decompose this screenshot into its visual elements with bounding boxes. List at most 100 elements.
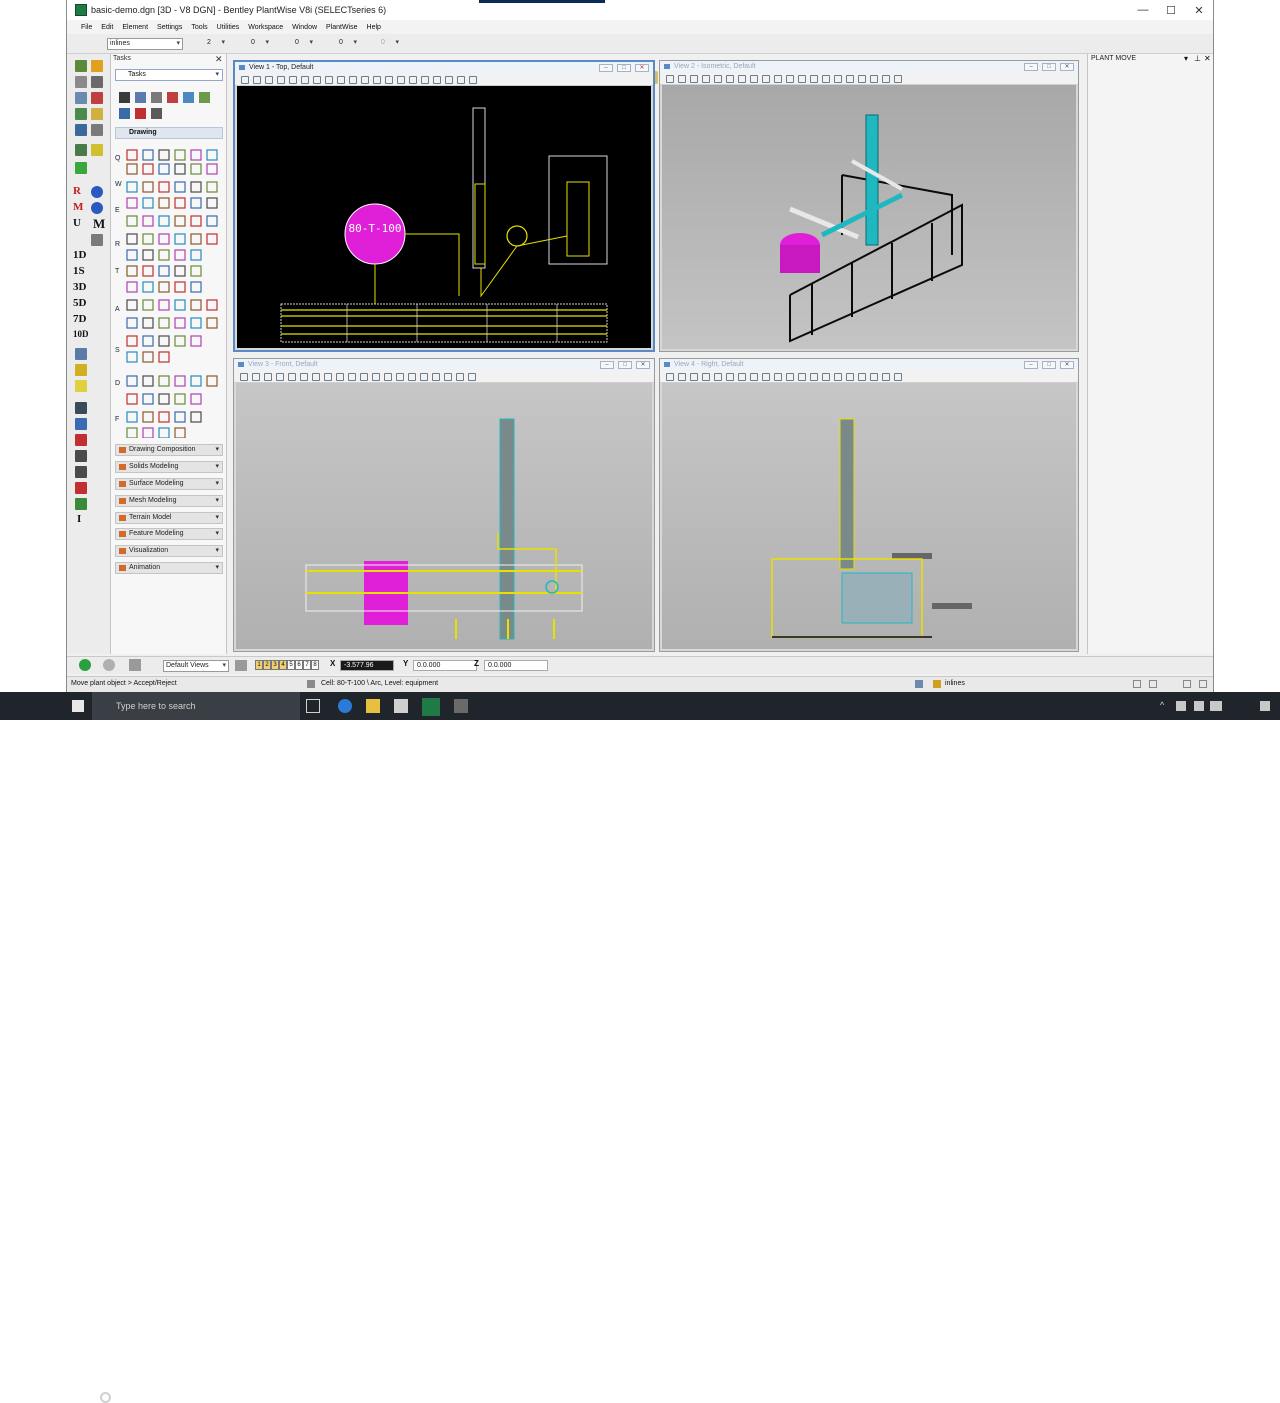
drawing-tool-icon[interactable] [142, 411, 154, 423]
minimize-button[interactable]: — [1129, 0, 1157, 20]
delete-element-icon[interactable] [135, 108, 146, 119]
view-tool-icon[interactable] [786, 373, 794, 381]
close-button[interactable]: ✕ [1185, 0, 1213, 20]
view-tool-icon[interactable] [289, 76, 297, 84]
view-button-5[interactable]: 5 [287, 660, 295, 670]
status-icon-d[interactable] [1199, 680, 1207, 688]
view-2-canvas[interactable] [662, 85, 1076, 349]
view-button-8[interactable]: 8 [311, 660, 319, 670]
drawing-tool-icon[interactable] [174, 427, 186, 438]
accordion-terrain-model[interactable]: Terrain Model [115, 512, 223, 524]
menu-plantwise[interactable]: PlantWise [326, 24, 358, 31]
view-tool-icon[interactable] [834, 373, 842, 381]
view-button-7[interactable]: 7 [303, 660, 311, 670]
measure-icon[interactable] [91, 76, 103, 88]
drawing-tool-icon[interactable] [142, 265, 154, 277]
drawing-tool-icon[interactable] [142, 393, 154, 405]
view-tool-icon[interactable] [666, 75, 674, 83]
drawing-tool-icon[interactable] [174, 281, 186, 293]
view-tool-icon[interactable] [762, 75, 770, 83]
view-tool-icon[interactable] [457, 76, 465, 84]
view-3-close[interactable]: ✕ [636, 361, 650, 369]
drawing-tool-icon[interactable] [126, 299, 138, 311]
group-icon[interactable] [91, 108, 103, 120]
drawing-tool-icon[interactable] [174, 163, 186, 175]
menu-edit[interactable]: Edit [101, 24, 113, 31]
drawing-tool-icon[interactable] [158, 411, 170, 423]
drawing-tool-icon[interactable] [190, 335, 202, 347]
route-icon[interactable] [75, 348, 87, 360]
view-2-maximize[interactable]: □ [1042, 63, 1056, 71]
edge-icon[interactable] [338, 699, 352, 713]
panel-close-icon[interactable]: ✕ [1204, 54, 1211, 63]
view-4-right[interactable]: View 4 - Right, Default – □ ✕ [659, 358, 1079, 652]
view-tool-icon[interactable] [810, 75, 818, 83]
drawing-tool-icon[interactable] [174, 149, 186, 161]
drawing-tool-icon[interactable] [174, 233, 186, 245]
menu-file[interactable]: File [81, 24, 92, 31]
drawing-tool-icon[interactable] [126, 351, 138, 363]
grid-tool-icon[interactable] [75, 418, 87, 430]
lock-icon[interactable] [75, 108, 87, 120]
view-tool-icon[interactable] [690, 373, 698, 381]
drawing-tool-icon[interactable] [190, 375, 202, 387]
drawing-tool-icon[interactable] [190, 149, 202, 161]
view-10d[interactable]: 10D [73, 329, 89, 339]
drawing-tool-icon[interactable] [126, 233, 138, 245]
view-tool-icon[interactable] [445, 76, 453, 84]
drawing-tool-icon[interactable] [142, 181, 154, 193]
view-tool-icon[interactable] [774, 373, 782, 381]
view-tool-icon[interactable] [846, 75, 854, 83]
view-tool-icon[interactable] [798, 373, 806, 381]
view-2-minimize[interactable]: – [1024, 63, 1038, 71]
element-select-icon[interactable] [119, 92, 130, 103]
drawing-tool-icon[interactable] [190, 411, 202, 423]
drawing-tool-icon[interactable] [142, 149, 154, 161]
view-tool-icon[interactable] [714, 373, 722, 381]
curve-icon[interactable] [75, 466, 87, 478]
view-1-top[interactable]: View 1 - Top, Default – □ ✕ 80-T-100 [233, 60, 655, 352]
accordion-feature-modeling[interactable]: Feature Modeling [115, 528, 223, 540]
view-1-minimize[interactable]: – [599, 64, 613, 72]
drawing-tool-icon[interactable] [158, 427, 170, 438]
panel-pin-icon[interactable]: ⊥ [1194, 54, 1201, 63]
view-tool-icon[interactable] [348, 373, 356, 381]
menu-workspace[interactable]: Workspace [248, 24, 283, 31]
view-tool-icon[interactable] [337, 76, 345, 84]
view-tool-icon[interactable] [336, 373, 344, 381]
view-button-6[interactable]: 6 [295, 660, 303, 670]
status-icon-c[interactable] [1183, 680, 1191, 688]
view-tool-icon[interactable] [882, 75, 890, 83]
view-tool-icon[interactable] [894, 75, 902, 83]
drawing-tool-icon[interactable] [158, 163, 170, 175]
move-icon[interactable] [151, 92, 162, 103]
drawing-tool-icon[interactable] [158, 249, 170, 261]
view-tool-icon[interactable] [408, 373, 416, 381]
view-tool-icon[interactable] [397, 76, 405, 84]
windows-start-icon[interactable] [72, 700, 84, 712]
view-tool-icon[interactable] [276, 373, 284, 381]
image-icon[interactable] [91, 234, 103, 246]
view-tool-icon[interactable] [372, 373, 380, 381]
view-1d[interactable]: 1D [73, 249, 86, 261]
view-tool-icon[interactable] [252, 373, 260, 381]
drawing-tool-icon[interactable] [206, 197, 218, 209]
drawing-tool-icon[interactable] [142, 233, 154, 245]
letter-tool-r[interactable]: R [73, 185, 81, 197]
drawing-tool-icon[interactable] [158, 317, 170, 329]
view-tool-icon[interactable] [870, 373, 878, 381]
view-tool-icon[interactable] [265, 76, 273, 84]
drawing-tool-icon[interactable] [126, 393, 138, 405]
menu-utilities[interactable]: Utilities [217, 24, 240, 31]
drawing-tool-icon[interactable] [142, 163, 154, 175]
accordion-surface-modeling[interactable]: Surface Modeling [115, 478, 223, 490]
drawing-tool-icon[interactable] [190, 393, 202, 405]
pattern-icon[interactable] [91, 144, 103, 156]
drawing-tool-icon[interactable] [174, 215, 186, 227]
modify-icon[interactable] [167, 92, 178, 103]
drawing-tool-icon[interactable] [190, 215, 202, 227]
task-view-icon[interactable] [306, 699, 320, 713]
drawing-tool-icon[interactable] [126, 317, 138, 329]
drawing-tool-icon[interactable] [158, 299, 170, 311]
maximize-button[interactable]: ☐ [1157, 0, 1185, 20]
